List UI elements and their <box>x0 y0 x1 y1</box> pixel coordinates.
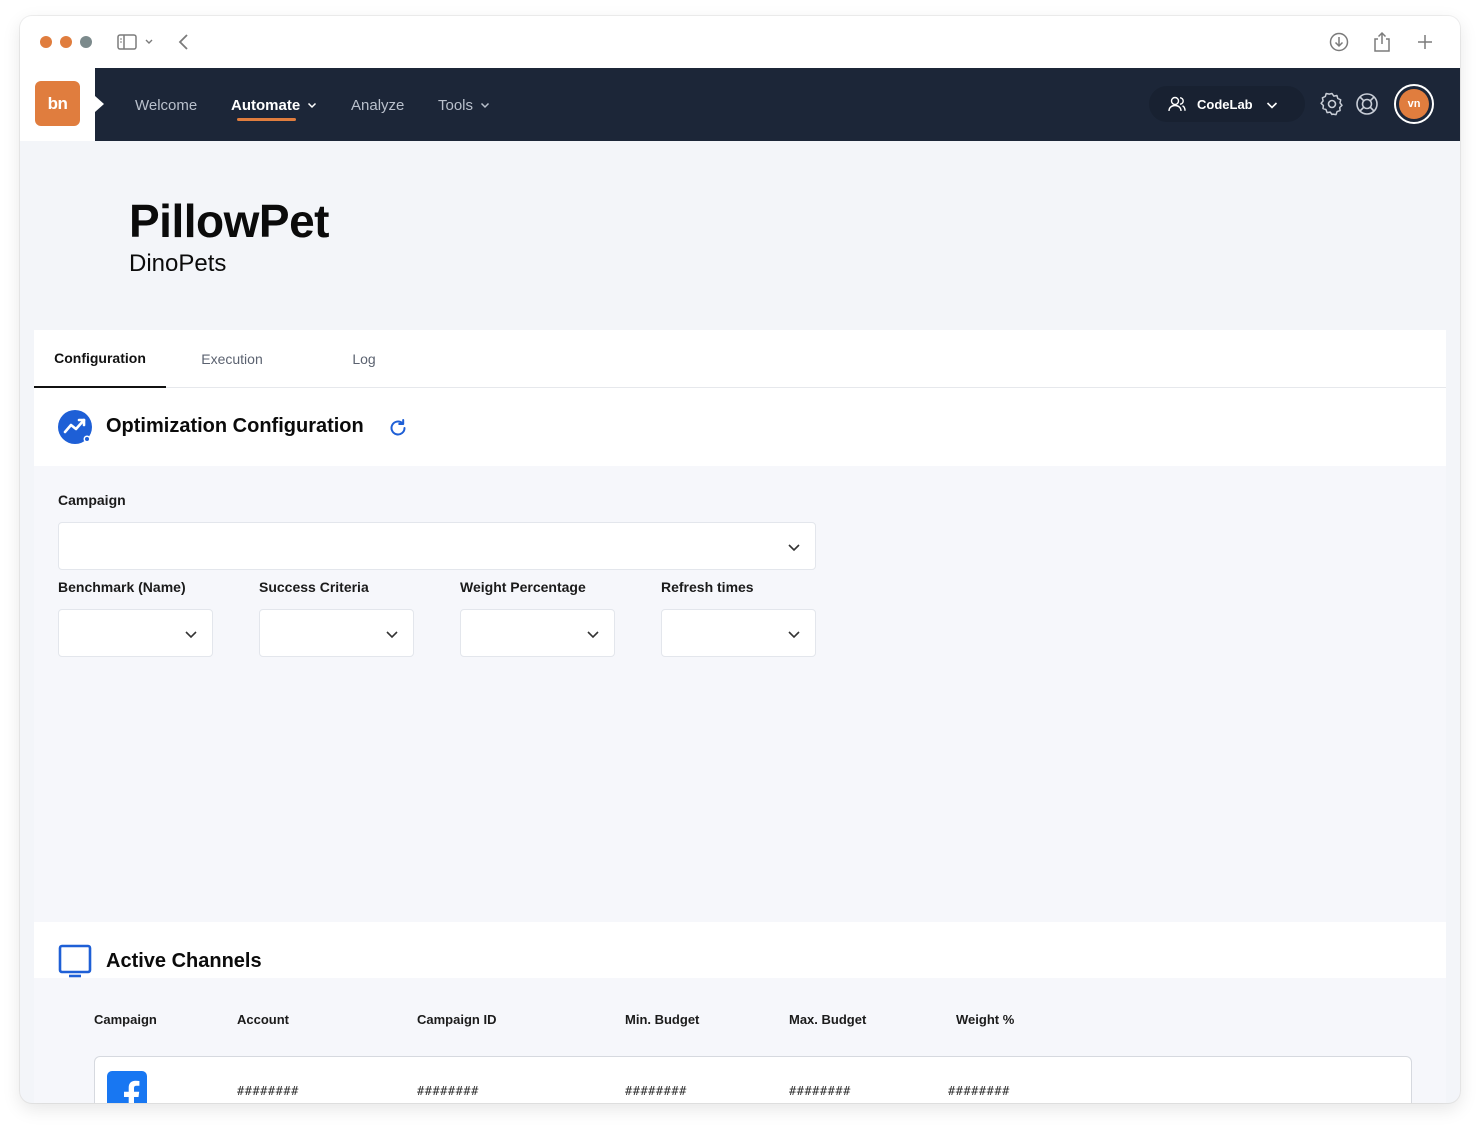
chevron-down-icon <box>308 102 317 109</box>
table-row[interactable]: ######## ######## ######## ######## ####… <box>94 1056 1412 1103</box>
max-budget-cell: ######## <box>789 1084 851 1098</box>
column-header-max-budget: Max. Budget <box>789 1012 867 1027</box>
chevron-down-icon <box>788 631 800 639</box>
section-title: Active Channels <box>106 950 262 972</box>
column-header-campaign-id: Campaign ID <box>417 1012 497 1027</box>
column-header-weight: Weight % <box>956 1012 1015 1027</box>
chevron-down-icon <box>386 631 398 639</box>
download-icon[interactable] <box>1327 30 1351 54</box>
campaign-label: Campaign <box>58 492 126 508</box>
optimization-form: Campaign Benchmark (Name) Success Criter… <box>34 466 1446 922</box>
chevron-down-icon <box>1266 102 1278 109</box>
benchmark-label: Benchmark (Name) <box>58 579 186 595</box>
close-window-button[interactable] <box>40 36 52 48</box>
tab-execution[interactable]: Execution <box>182 330 282 388</box>
refresh-times-label: Refresh times <box>661 579 754 595</box>
avatar: vn <box>1399 89 1429 119</box>
new-tab-icon[interactable] <box>1413 30 1437 54</box>
nav-item-tools[interactable]: Tools <box>438 94 491 116</box>
share-icon[interactable] <box>1370 30 1394 54</box>
refresh-icon[interactable] <box>388 418 408 438</box>
weight-percentage-label: Weight Percentage <box>460 579 586 595</box>
active-channels-header: Active Channels <box>34 922 1446 978</box>
chevron-down-icon <box>185 631 197 639</box>
column-header-account: Account <box>237 1012 289 1027</box>
nav-item-analyze[interactable]: Analyze <box>351 94 404 116</box>
chevron-down-icon <box>788 544 800 552</box>
gear-icon[interactable] <box>1319 91 1345 117</box>
back-icon[interactable] <box>172 30 196 54</box>
configuration-card: Configuration Execution Log Optimization… <box>34 330 1446 1103</box>
optimization-header: Optimization Configuration <box>34 388 1446 466</box>
min-budget-cell: ######## <box>625 1084 687 1098</box>
benchmark-select[interactable] <box>58 609 213 657</box>
weight-percentage-select[interactable] <box>460 609 615 657</box>
logo-container: bn <box>20 68 95 141</box>
logo-notch <box>95 96 104 112</box>
success-criteria-label: Success Criteria <box>259 579 369 595</box>
column-header-min-budget: Min. Budget <box>625 1012 700 1027</box>
nav-item-label: Tools <box>438 96 474 114</box>
section-title: Optimization Configuration <box>106 415 364 437</box>
nav-item-automate[interactable]: Automate <box>231 94 318 116</box>
success-criteria-select[interactable] <box>259 609 414 657</box>
users-icon <box>1168 96 1186 112</box>
column-header-campaign: Campaign <box>94 1012 157 1027</box>
tab-configuration[interactable]: Configuration <box>34 330 166 388</box>
facebook-icon <box>107 1071 147 1103</box>
page-title: PillowPet <box>129 195 329 247</box>
nav-item-label: Welcome <box>135 96 198 114</box>
campaign-id-cell: ######## <box>417 1084 479 1098</box>
nav-item-label: Automate <box>231 96 301 114</box>
app-navbar: bn Welcome Automate Analyze Tools CodeLa… <box>20 68 1460 141</box>
trending-chart-icon <box>58 410 92 444</box>
minimize-window-button[interactable] <box>60 36 72 48</box>
browser-window: bn Welcome Automate Analyze Tools CodeLa… <box>20 16 1460 1103</box>
campaign-select[interactable] <box>58 522 816 570</box>
organization-switcher[interactable]: CodeLab <box>1149 86 1305 122</box>
refresh-times-select[interactable] <box>661 609 816 657</box>
user-avatar-button[interactable]: vn <box>1394 84 1434 124</box>
monitor-icon <box>58 944 94 978</box>
sidebar-toggle-icon[interactable] <box>116 30 156 54</box>
nav-item-label: Analyze <box>351 96 405 114</box>
chevron-down-icon <box>481 102 490 109</box>
nav-item-welcome[interactable]: Welcome <box>135 94 197 116</box>
lifebuoy-icon[interactable] <box>1354 91 1380 117</box>
brand-logo[interactable]: bn <box>35 81 80 126</box>
tab-log[interactable]: Log <box>334 330 394 388</box>
weight-cell: ######## <box>948 1084 1010 1098</box>
zoom-window-button[interactable] <box>80 36 92 48</box>
channels-table: Campaign Account Campaign ID Min. Budget… <box>34 978 1446 1103</box>
account-cell: ######## <box>237 1084 299 1098</box>
page-subtitle: DinoPets <box>129 250 227 277</box>
active-nav-indicator <box>237 118 296 121</box>
browser-toolbar <box>20 16 1460 68</box>
tab-bar: Configuration Execution Log <box>34 330 1446 388</box>
organization-name: CodeLab <box>1197 97 1253 112</box>
chevron-down-icon <box>587 631 599 639</box>
